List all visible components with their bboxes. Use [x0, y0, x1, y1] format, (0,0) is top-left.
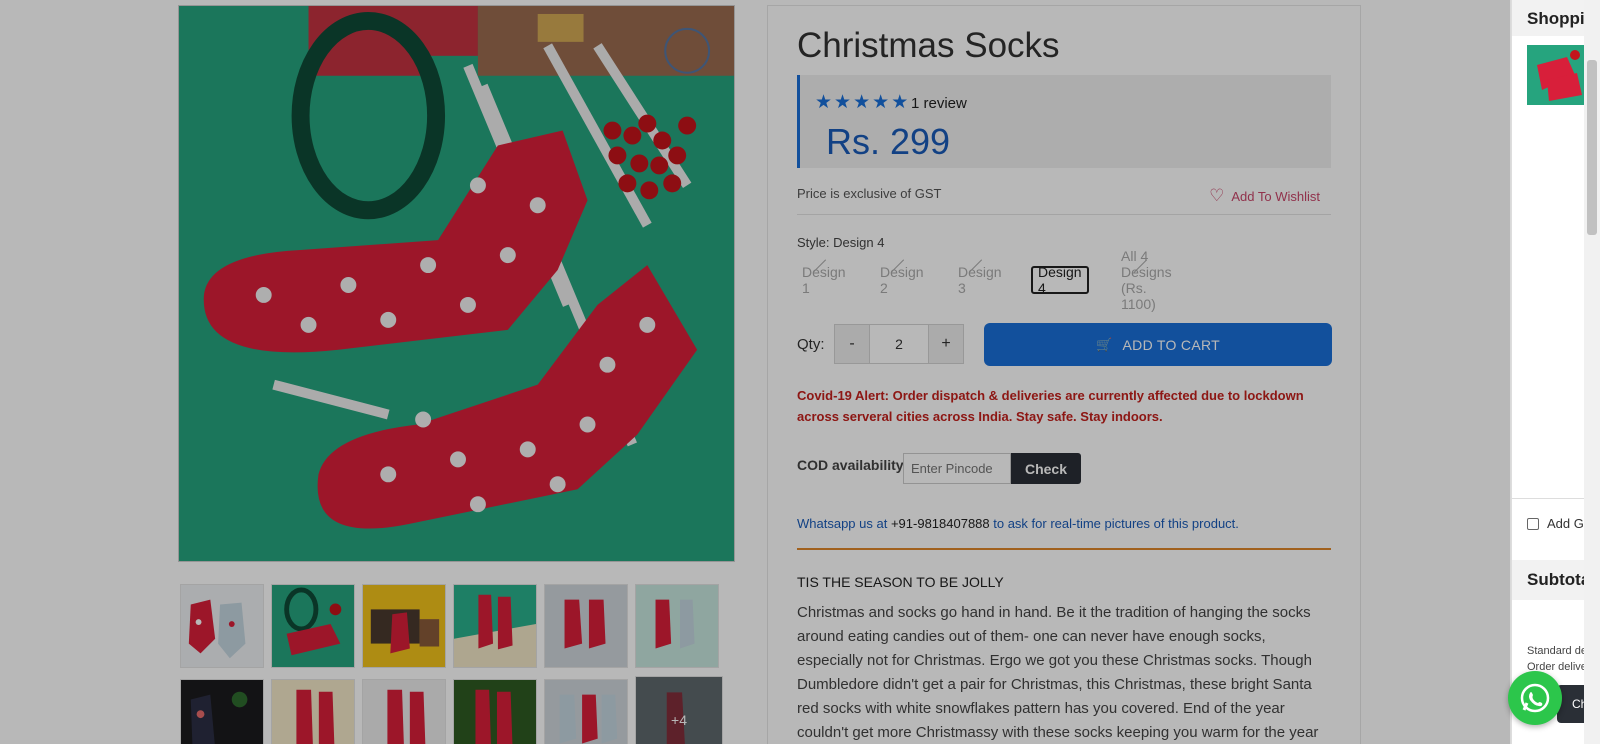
modal-backdrop[interactable]: [0, 0, 1510, 744]
gift-label: Add G: [1547, 516, 1584, 531]
gift-option[interactable]: Add G: [1527, 516, 1584, 531]
scrollbar-thumb[interactable]: [1587, 60, 1597, 235]
cart-item-image[interactable]: [1527, 45, 1587, 105]
subtotal-label: Subtota: [1527, 570, 1591, 589]
whatsapp-icon: [1520, 683, 1550, 713]
whatsapp-chat-button[interactable]: [1508, 671, 1562, 725]
shipping-note-line: Standard de: [1527, 645, 1587, 657]
gift-checkbox[interactable]: [1527, 517, 1539, 530]
shopping-cart-drawer: Shoppin Add G Subtota Standard de Order …: [1511, 0, 1600, 744]
scrollbar[interactable]: [1584, 0, 1600, 744]
